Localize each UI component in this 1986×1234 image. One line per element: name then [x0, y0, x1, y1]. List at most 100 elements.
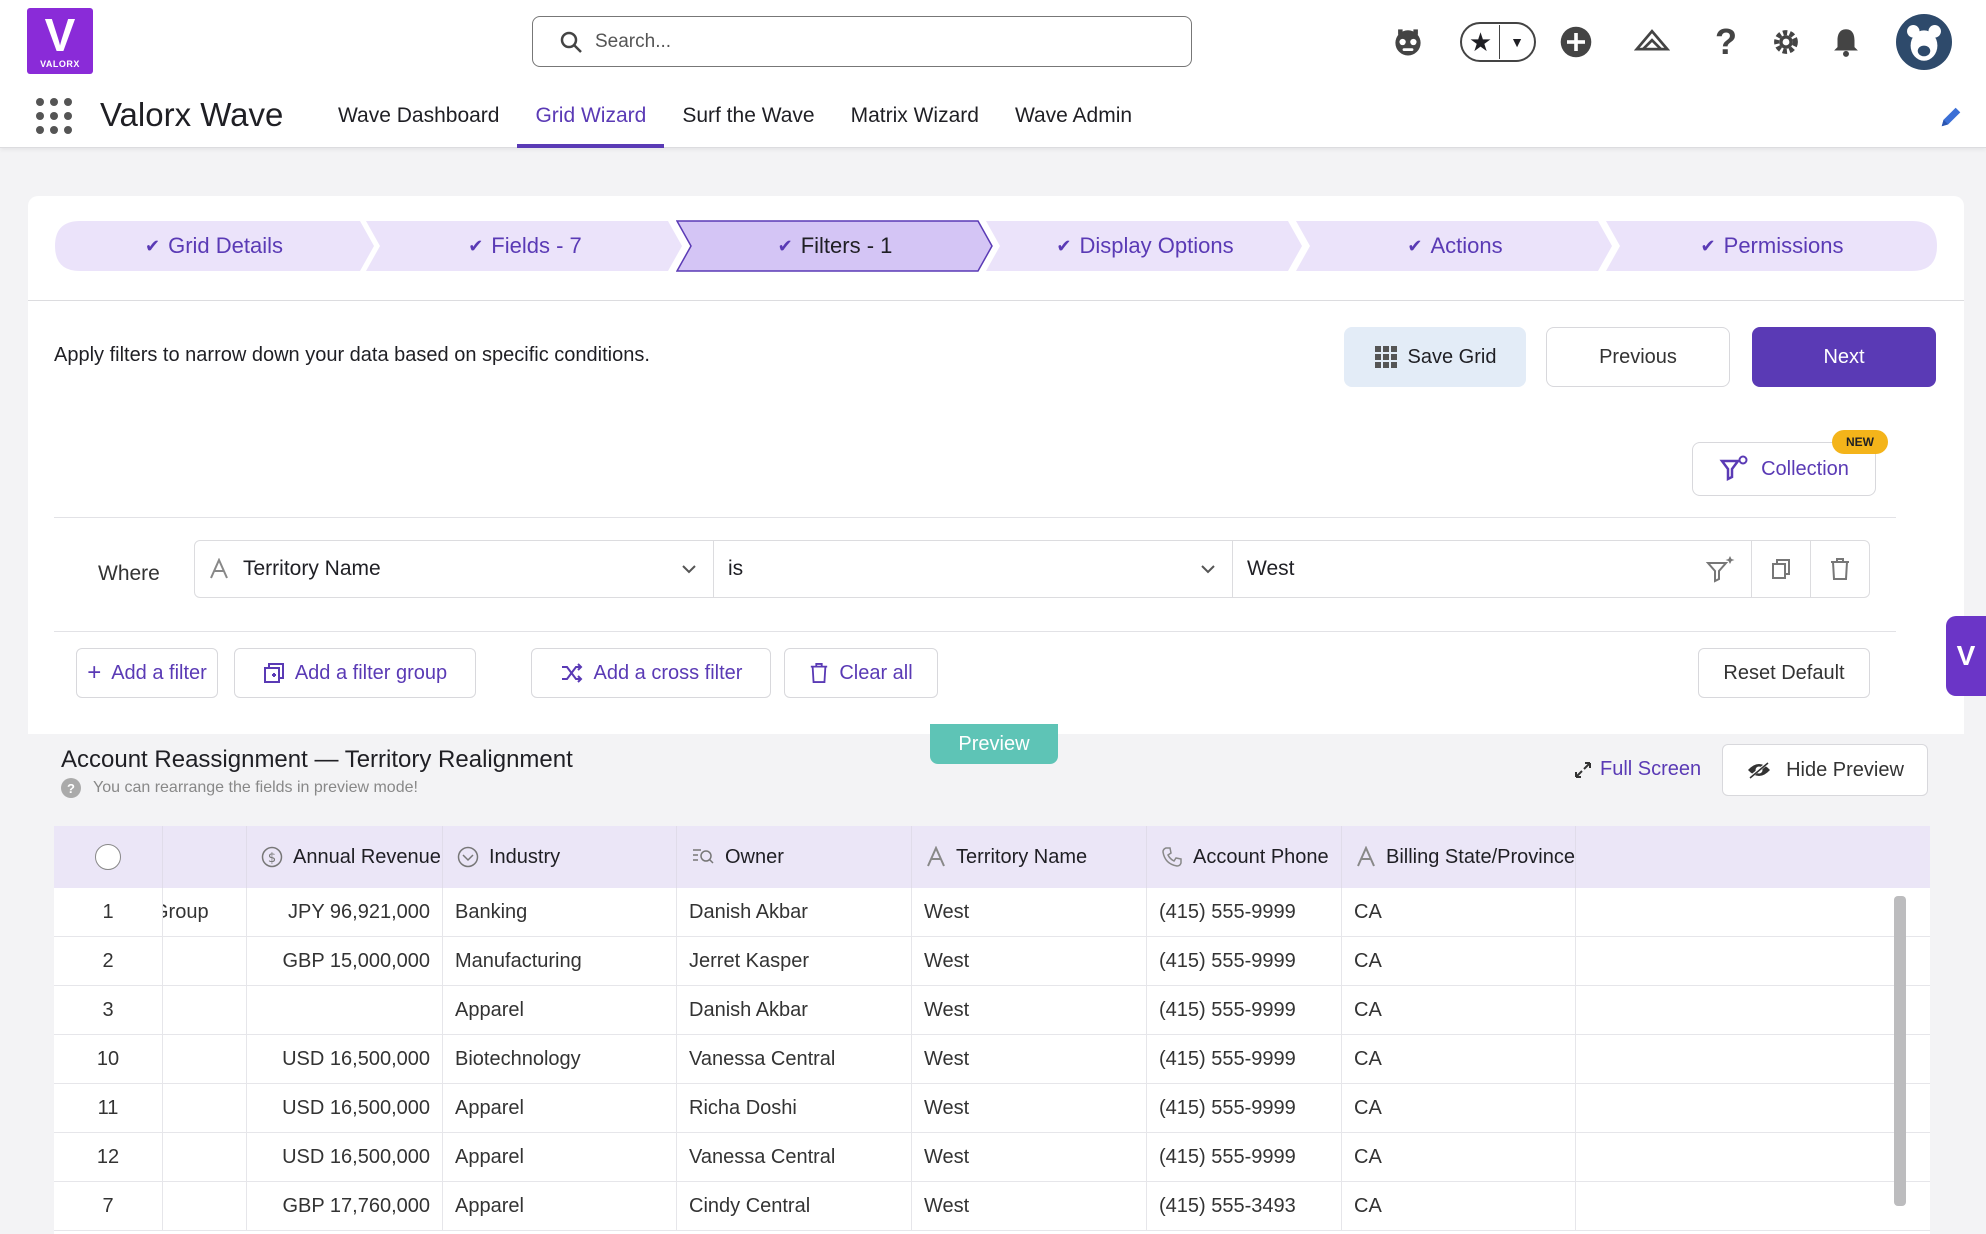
full-screen-link[interactable]: Full Screen [1574, 758, 1701, 781]
industry-cell[interactable]: Apparel [443, 986, 677, 1035]
dynamic-filter-icon[interactable] [1705, 555, 1735, 585]
reset-default-button[interactable]: Reset Default [1698, 648, 1870, 698]
owner-cell[interactable]: Vanessa Central [677, 1133, 912, 1182]
billing-state-cell[interactable]: CA [1342, 937, 1576, 986]
copy-filter-button[interactable] [1751, 540, 1811, 598]
table-row[interactable]: 12 USD 16,500,000 Apparel Vanessa Central We… [54, 1133, 1930, 1182]
industry-cell[interactable]: Apparel [443, 1182, 677, 1231]
header-territory-name[interactable]: Territory Name [912, 826, 1147, 888]
industry-cell[interactable]: Apparel [443, 1084, 677, 1133]
tab-matrix-wizard[interactable]: Matrix Wizard [833, 90, 997, 148]
add-filter-group-button[interactable]: Add a filter group [234, 648, 476, 698]
previous-button[interactable]: Previous [1546, 327, 1730, 387]
partial-column-cell[interactable]: Group [163, 888, 247, 937]
tab-wave-admin[interactable]: Wave Admin [997, 90, 1150, 148]
annual-revenue-cell[interactable]: JPY 96,921,000 [247, 888, 443, 937]
header-industry[interactable]: Industry [443, 826, 677, 888]
territory-cell[interactable]: West [912, 986, 1147, 1035]
partial-column-cell[interactable] [163, 1035, 247, 1084]
industry-cell[interactable]: Apparel [443, 1133, 677, 1182]
billing-state-cell[interactable]: CA [1342, 1084, 1576, 1133]
header-billing-state[interactable]: Billing State/Province [1342, 826, 1576, 888]
table-row[interactable]: 1GroupJPY 96,921,000BankingDanish AkbarW… [54, 888, 1930, 937]
row-number[interactable]: 2 [54, 937, 163, 986]
agent-icon[interactable] [1388, 22, 1428, 62]
territory-cell[interactable]: West [912, 1182, 1147, 1231]
annual-revenue-cell[interactable]: GBP 15,000,000 [247, 937, 443, 986]
filter-value-field[interactable] [1232, 540, 1752, 598]
partial-column-cell[interactable] [163, 1084, 247, 1133]
step-filters[interactable]: ✔ Filters - 1 [676, 220, 994, 272]
filter-value-input[interactable] [1247, 557, 1647, 581]
help-icon[interactable]: ? [1706, 21, 1746, 62]
row-number[interactable]: 10 [54, 1035, 163, 1084]
step-display-options[interactable]: ✔ Display Options [986, 220, 1304, 272]
phone-cell[interactable]: (415) 555-3493 [1147, 1182, 1342, 1231]
select-all-checkbox[interactable] [95, 844, 121, 870]
phone-cell[interactable]: (415) 555-9999 [1147, 888, 1342, 937]
industry-cell[interactable]: Manufacturing [443, 937, 677, 986]
header-owner[interactable]: Owner [677, 826, 912, 888]
owner-cell[interactable]: Jerret Kasper [677, 937, 912, 986]
add-filter-button[interactable]: + Add a filter [76, 648, 218, 698]
edit-nav-pencil-icon[interactable] [1938, 104, 1966, 132]
owner-cell[interactable]: Danish Akbar [677, 888, 912, 937]
billing-state-cell[interactable]: CA [1342, 1182, 1576, 1231]
partial-column-cell[interactable] [163, 1182, 247, 1231]
favorites-button[interactable]: ★ ▼ [1460, 22, 1536, 62]
annual-revenue-cell[interactable]: USD 16,500,000 [247, 1035, 443, 1084]
annual-revenue-cell[interactable] [247, 986, 443, 1035]
phone-cell[interactable]: (415) 555-9999 [1147, 1133, 1342, 1182]
table-row[interactable]: 10 USD 16,500,000 Biotechnology Vanessa Cen… [54, 1035, 1930, 1084]
phone-cell[interactable]: (415) 555-9999 [1147, 986, 1342, 1035]
territory-cell[interactable]: West [912, 1035, 1147, 1084]
table-row[interactable]: 11 USD 16,500,000 Apparel Richa Doshi West (4… [54, 1084, 1930, 1133]
billing-state-cell[interactable]: CA [1342, 986, 1576, 1035]
billing-state-cell[interactable]: CA [1342, 1133, 1576, 1182]
notifications-bell-icon[interactable] [1826, 22, 1866, 62]
filter-operator-select[interactable]: is [713, 540, 1233, 598]
app-launcher-icon[interactable] [36, 98, 72, 134]
header-annual-revenue[interactable]: $ Annual Revenue [247, 826, 443, 888]
table-row[interactable]: 2 GBP 15,000,000 Manufacturing Jerret Kaspe… [54, 937, 1930, 986]
add-icon[interactable] [1556, 22, 1596, 62]
industry-cell[interactable]: Banking [443, 888, 677, 937]
phone-cell[interactable]: (415) 555-9999 [1147, 937, 1342, 986]
territory-cell[interactable]: West [912, 1084, 1147, 1133]
header-account-phone[interactable]: Account Phone [1147, 826, 1342, 888]
annual-revenue-cell[interactable]: USD 16,500,000 [247, 1133, 443, 1182]
trailhead-icon[interactable] [1632, 22, 1672, 62]
owner-cell[interactable]: Vanessa Central [677, 1035, 912, 1084]
step-fields[interactable]: ✔ Fields - 7 [366, 220, 684, 272]
owner-cell[interactable]: Richa Doshi [677, 1084, 912, 1133]
row-number[interactable]: 3 [54, 986, 163, 1035]
step-grid-details[interactable]: ✔ Grid Details [54, 220, 374, 272]
billing-state-cell[interactable]: CA [1342, 888, 1576, 937]
step-actions[interactable]: ✔ Actions [1296, 220, 1614, 272]
partial-column-cell[interactable] [163, 937, 247, 986]
tab-wave-dashboard[interactable]: Wave Dashboard [320, 90, 517, 148]
header-partial-column[interactable] [163, 826, 247, 888]
phone-cell[interactable]: (415) 555-9999 [1147, 1035, 1342, 1084]
next-button[interactable]: Next [1752, 327, 1936, 387]
user-avatar[interactable] [1896, 14, 1952, 70]
row-number[interactable]: 11 [54, 1084, 163, 1133]
hide-preview-button[interactable]: Hide Preview [1722, 744, 1928, 796]
clear-all-button[interactable]: Clear all [784, 648, 938, 698]
annual-revenue-cell[interactable]: GBP 17,760,000 [247, 1182, 443, 1231]
global-search[interactable] [532, 16, 1192, 67]
partial-column-cell[interactable] [163, 1133, 247, 1182]
partial-column-cell[interactable] [163, 986, 247, 1035]
annual-revenue-cell[interactable]: USD 16,500,000 [247, 1084, 443, 1133]
save-grid-button[interactable]: Save Grid [1344, 327, 1526, 387]
owner-cell[interactable]: Danish Akbar [677, 986, 912, 1035]
owner-cell[interactable]: Cindy Central [677, 1182, 912, 1231]
table-row[interactable]: 7 GBP 17,760,000 Apparel Cindy Central West(… [54, 1182, 1930, 1231]
filter-field-select[interactable]: Territory Name [194, 540, 714, 598]
territory-cell[interactable]: West [912, 937, 1147, 986]
industry-cell[interactable]: Biotechnology [443, 1035, 677, 1084]
tab-surf-the-wave[interactable]: Surf the Wave [664, 90, 832, 148]
territory-cell[interactable]: West [912, 888, 1147, 937]
search-input[interactable] [595, 30, 1155, 53]
grid-scrollbar[interactable] [1894, 896, 1906, 1206]
